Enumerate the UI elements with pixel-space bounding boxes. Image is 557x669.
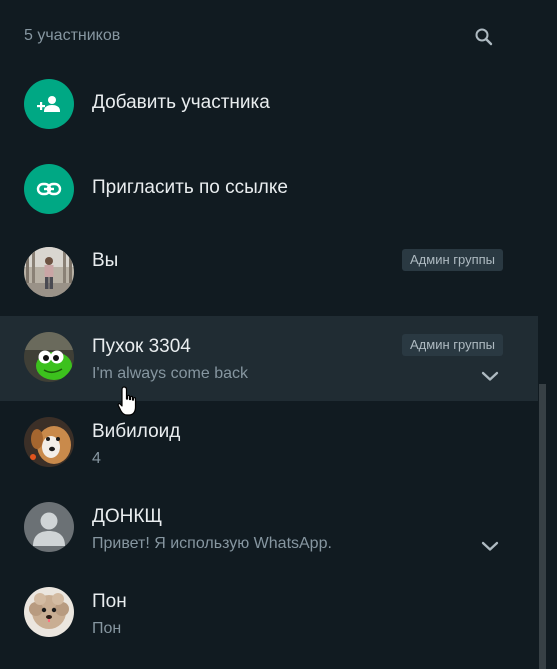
member-status: Привет! Я использую WhatsApp.: [92, 535, 332, 552]
search-icon[interactable]: [472, 25, 496, 49]
avatar: [24, 247, 74, 297]
admin-badge: Админ группы: [402, 334, 503, 356]
member-status: 4: [92, 450, 101, 467]
member-name: Вибилоид: [92, 421, 181, 442]
member-row[interactable]: Пон Пон: [0, 571, 538, 656]
participants-header: 5 участников: [0, 0, 538, 70]
scrollbar-thumb[interactable]: [539, 384, 546, 669]
member-row[interactable]: Вибилоид 4: [0, 401, 538, 486]
add-person-icon: [24, 79, 74, 129]
avatar: [24, 417, 74, 467]
member-row[interactable]: Пухок 3304 I'm always come back Админ гр…: [0, 316, 538, 401]
link-icon: [24, 164, 74, 214]
invite-link-button[interactable]: Пригласить по ссылке: [0, 146, 538, 231]
group-participants-panel: 5 участников Добавить участника Пригласи…: [0, 0, 538, 669]
member-status: Пон: [92, 620, 122, 637]
invite-link-label: Пригласить по ссылке: [92, 177, 288, 198]
member-name: Вы: [92, 250, 119, 271]
chevron-down-icon[interactable]: [478, 364, 502, 388]
member-name: Пон: [92, 591, 127, 612]
avatar: [24, 587, 74, 637]
avatar: [24, 332, 74, 382]
add-participant-label: Добавить участника: [92, 92, 270, 113]
add-participant-button[interactable]: Добавить участника: [0, 61, 538, 146]
member-row[interactable]: Вы Админ группы: [0, 231, 538, 316]
chevron-down-icon[interactable]: [478, 534, 502, 558]
member-name: ДОНКЩ: [92, 506, 163, 527]
participant-count: 5 участников: [24, 27, 121, 44]
member-name: Пухок 3304: [92, 336, 191, 357]
member-status: I'm always come back: [92, 365, 248, 382]
member-row[interactable]: ДОНКЩ Привет! Я использую WhatsApp.: [0, 486, 538, 571]
default-user-icon: [24, 502, 74, 552]
admin-badge: Админ группы: [402, 249, 503, 271]
